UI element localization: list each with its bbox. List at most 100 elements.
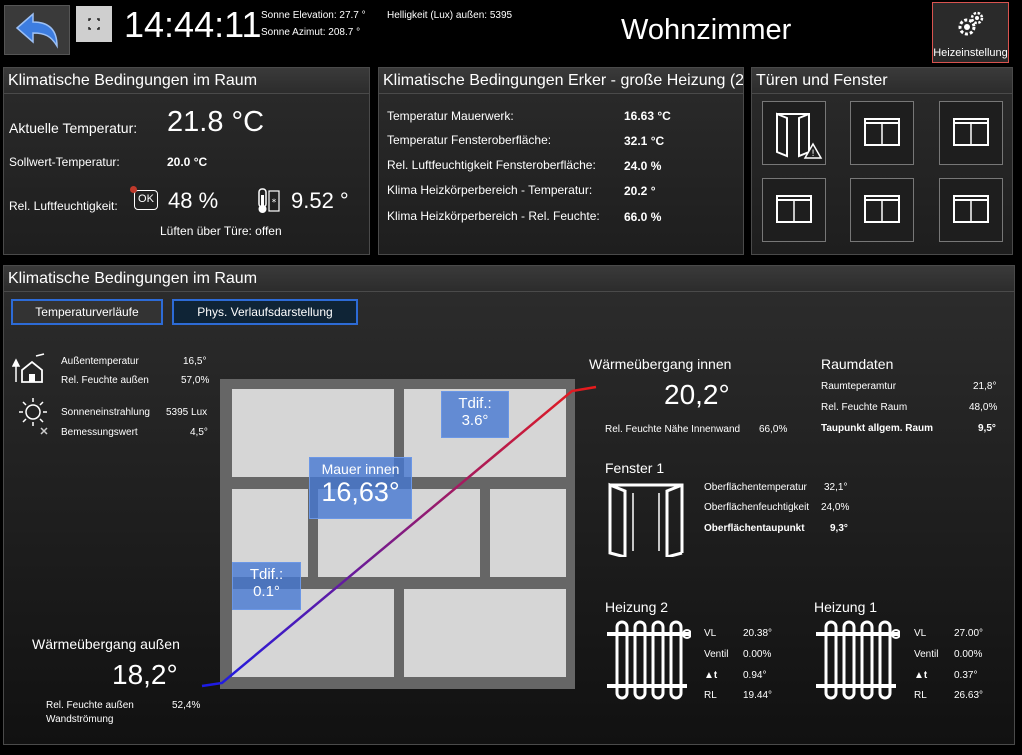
window-button[interactable] [850, 101, 914, 165]
window-button[interactable] [939, 178, 1003, 242]
tdif-bottom-label: Tdif.: [249, 566, 284, 583]
tdif-top-value: 3.6° [461, 412, 489, 429]
heater2-rl-label: RL [704, 690, 717, 701]
door-button[interactable]: ! [762, 101, 826, 165]
humidity-label: Rel. Luftfeuchtigkeit: [9, 199, 118, 213]
window-closed-icon [864, 118, 900, 146]
sun-elevation: Sonne Elevation: 27.7 ° [261, 10, 366, 21]
room-temp-value: 21,8° [973, 381, 997, 392]
fullscreen-button[interactable] [76, 6, 112, 42]
heating-settings-button[interactable]: Heizeinstellung [932, 2, 1009, 63]
outer-transfer-title: Wärmeübergang außen [32, 636, 180, 652]
tdif-bottom-box: Tdif.: 0.1° [232, 562, 301, 610]
mauer-innen-label: Mauer innen [321, 461, 400, 477]
radiator-icon [816, 620, 900, 700]
inner-transfer-value: 20,2° [664, 379, 730, 410]
heater1-valve-value: 0.00% [954, 649, 983, 660]
heater2-rl-value: 19.44° [743, 690, 773, 701]
heating-settings-label: Heizeinstellung [933, 47, 1008, 59]
clock: 14:44:11 [124, 4, 262, 45]
setpoint-value: 20.0 °C [167, 155, 208, 169]
room-humidity-value: 48,0% [969, 402, 998, 413]
open-door-warning-icon: ! [776, 112, 823, 159]
erker-row-value: 32.1 °C [624, 134, 665, 148]
room-dewpoint-label: Taupunkt allgem. Raum [821, 423, 934, 434]
window1-surface-humidity-label: Oberflächenfeuchtigkeit [704, 502, 810, 513]
erker-row-value: 24.0 % [624, 159, 662, 173]
doors-windows-title: Türen und Fenster [752, 68, 1012, 94]
doors-windows-panel: Türen und Fenster ! [751, 67, 1013, 255]
room-climate-title: Klimatische Bedingungen im Raum [4, 68, 369, 94]
heater1-valve-label: Ventil [914, 649, 939, 660]
room-dewpoint-value: 9,5° [978, 423, 996, 434]
sun-azimuth: Sonne Azimut: 208.7 ° [261, 27, 361, 38]
brightness: Helligkeit (Lux) außen: 5395 [387, 10, 513, 21]
erker-row-value: 20.2 ° [624, 184, 656, 198]
erker-climate-title: Klimatische Bedingungen Erker - große He… [379, 68, 743, 94]
heater1-vl-label: VL [914, 628, 927, 639]
wall-flow-label: Wandströmung [46, 714, 114, 725]
heater1-delta-label: ▲t [914, 670, 928, 681]
heater2-title: Heizung 2 [605, 599, 669, 615]
current-temp-value: 21.8 °C [167, 106, 265, 138]
erker-row-label: Klima Heizkörperbereich - Temperatur: [387, 183, 593, 197]
heater2-vl-label: VL [704, 628, 717, 639]
fullscreen-icon [88, 18, 100, 30]
heater1-vl-value: 27.00° [954, 628, 984, 639]
window-button[interactable] [850, 178, 914, 242]
humidity-value: 48 % [168, 188, 219, 213]
tdif-top-box: Tdif.: 3.6° [441, 391, 509, 438]
mauer-innen-box: Mauer innen 16,63° [309, 457, 412, 519]
svg-text:!: ! [811, 149, 815, 159]
erker-row-label: Temperatur Fensteroberfläche: [387, 133, 552, 147]
window-double-icon [608, 482, 684, 557]
heater2-delta-value: 0.94° [743, 670, 767, 681]
heater2-valve-label: Ventil [704, 649, 729, 660]
heater1-rl-value: 26.63° [954, 690, 984, 701]
dewpoint-thermometer-icon: * [258, 188, 280, 213]
back-arrow-icon [15, 12, 58, 49]
erker-climate-panel: Klimatische Bedingungen Erker - große He… [378, 67, 744, 255]
window1-surface-temp-value: 32,1° [824, 482, 848, 493]
room-temp-label: Raumteperamtur [821, 381, 897, 392]
window-closed-icon [953, 118, 989, 146]
room-title: Wohnzimmer [621, 14, 792, 46]
room-data-title: Raumdaten [821, 356, 894, 372]
heater2-valve-value: 0.00% [743, 649, 772, 660]
heater2-delta-label: ▲t [704, 670, 718, 681]
radiator-icon [607, 620, 691, 700]
heater1-title: Heizung 1 [814, 599, 878, 615]
outer-humidity-value: 52,4% [172, 700, 201, 711]
back-button[interactable] [4, 5, 70, 55]
ventilation-status: Lüften über Türe: offen [160, 224, 282, 238]
heater2-vl-value: 20.38° [743, 628, 773, 639]
window1-surface-dewpoint-value: 9,3° [830, 523, 848, 534]
tdif-bottom-value: 0.1° [253, 583, 280, 600]
humidity-alert-dot [130, 186, 137, 193]
inner-transfer-title: Wärmeübergang innen [589, 356, 732, 372]
window1-surface-dewpoint-label: Oberflächentaupunkt [704, 523, 805, 534]
outer-humidity-label: Rel. Feuchte außen [46, 700, 134, 711]
erker-row-label: Rel. Luftfeuchtigkeit Fensteroberfläche: [387, 158, 596, 172]
window1-surface-humidity-value: 24,0% [821, 502, 850, 513]
window-button[interactable] [762, 178, 826, 242]
inner-humidity-value: 66,0% [759, 424, 788, 435]
mauer-innen-value: 16,63° [321, 477, 400, 507]
main-climate-panel: Klimatische Bedingungen im Raum Temperat… [3, 265, 1015, 745]
window-closed-icon [864, 195, 900, 223]
window1-title: Fenster 1 [605, 460, 665, 476]
svg-text:*: * [272, 198, 277, 208]
erker-row-label: Temperatur Mauerwerk: [387, 109, 514, 123]
window-button[interactable] [939, 101, 1003, 165]
erker-row-value: 66.0 % [624, 210, 662, 224]
room-climate-panel: Klimatische Bedingungen im Raum Aktuelle… [3, 67, 370, 255]
window-closed-icon [776, 195, 812, 223]
erker-row-label: Klima Heizkörperbereich - Rel. Feuchte: [387, 209, 600, 223]
erker-row-value: 16.63 °C [624, 109, 671, 123]
window-closed-icon [953, 195, 989, 223]
window1-surface-temp-label: Oberflächentemperatur [704, 482, 807, 493]
inner-humidity-label: Rel. Feuchte Nähe Innenwand [605, 424, 741, 435]
heater1-delta-value: 0.37° [954, 670, 978, 681]
outer-transfer-value: 18,2° [112, 659, 178, 690]
heater1-rl-label: RL [914, 690, 927, 701]
